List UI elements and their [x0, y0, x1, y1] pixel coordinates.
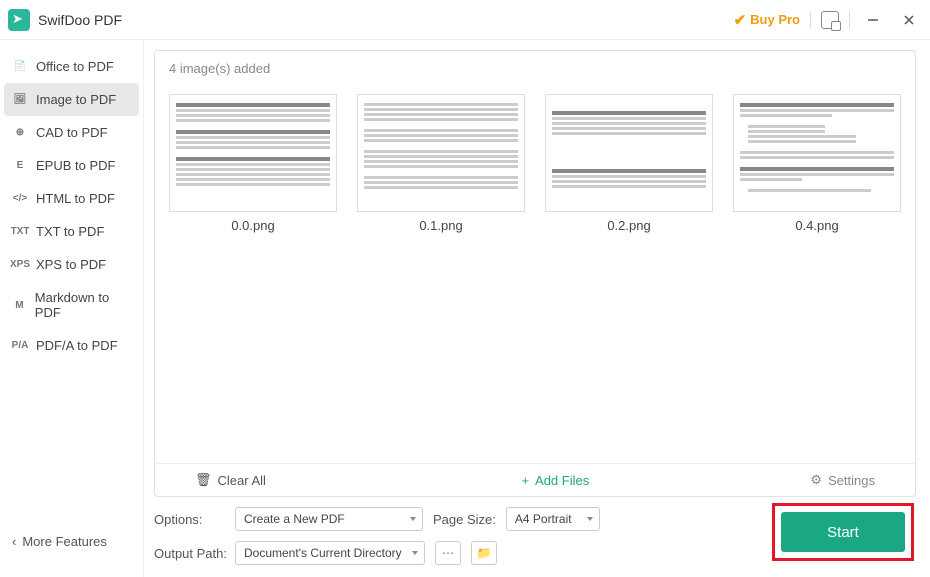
thumb-preview — [733, 94, 901, 212]
buy-pro-label: Buy Pro — [750, 12, 800, 27]
more-options-button[interactable]: ⋯ — [435, 541, 461, 565]
app-title: SwifDoo PDF — [38, 12, 122, 28]
output-path-select[interactable]: Document's Current Directory — [235, 541, 425, 565]
sidebar-item-label: EPUB to PDF — [36, 158, 115, 173]
thumb-filename: 0.1.png — [357, 218, 525, 233]
gear-icon: ⚙ — [810, 472, 822, 488]
sidebar-item-markdown-to-pdf[interactable]: M Markdown to PDF — [4, 281, 139, 329]
xps-icon: XPS — [12, 259, 28, 271]
sidebar-item-epub-to-pdf[interactable]: E EPUB to PDF — [4, 149, 139, 182]
sidebar-item-txt-to-pdf[interactable]: TXT TXT to PDF — [4, 215, 139, 248]
bolt-icon: ✔ — [734, 11, 747, 29]
sidebar-item-label: Office to PDF — [36, 59, 114, 74]
page-size-select[interactable]: A4 Portrait — [506, 507, 600, 531]
start-highlight: Start — [772, 503, 914, 561]
thumb-preview — [545, 94, 713, 212]
cad-icon: ⊕ — [12, 127, 28, 139]
divider — [849, 11, 850, 29]
more-features-button[interactable]: ‹ More Features — [12, 534, 107, 549]
plus-icon: + — [521, 473, 529, 488]
markdown-icon: M — [12, 299, 27, 311]
sidebar-item-pdfa-to-pdf[interactable]: P/A PDF/A to PDF — [4, 329, 139, 362]
start-label: Start — [827, 524, 859, 541]
main-panel: 4 image(s) added 0.0.png 0.1.png — [144, 40, 930, 577]
app-logo-icon — [8, 9, 30, 31]
pdfa-icon: P/A — [12, 340, 28, 352]
sidebar-item-xps-to-pdf[interactable]: XPS XPS to PDF — [4, 248, 139, 281]
thumb-filename: 0.4.png — [733, 218, 901, 233]
sidebar-item-label: CAD to PDF — [36, 125, 108, 140]
close-button[interactable] — [896, 7, 922, 33]
drop-area: 4 image(s) added 0.0.png 0.1.png — [154, 50, 916, 497]
page-size-value: A4 Portrait — [515, 512, 572, 526]
settings-button[interactable]: ⚙ Settings — [810, 472, 875, 488]
close-icon — [903, 14, 915, 26]
buy-pro-button[interactable]: ✔ Buy Pro — [734, 11, 800, 29]
page-size-label: Page Size: — [433, 512, 496, 527]
sidebar: 📄 Office to PDF 🖼 Image to PDF ⊕ CAD to PDF… — [0, 40, 144, 577]
drop-footer: 🗑 Clear All + Add Files ⚙ Settings — [155, 463, 915, 496]
minimize-icon — [867, 14, 879, 26]
sidebar-item-label: PDF/A to PDF — [36, 338, 118, 353]
thumbnail-row: 0.0.png 0.1.png 0.2.png — [155, 86, 915, 241]
options-label: Options: — [154, 512, 227, 527]
chevron-left-icon: ‹ — [12, 534, 16, 549]
options-value: Create a New PDF — [244, 512, 345, 526]
thumb-item[interactable]: 0.2.png — [545, 94, 713, 233]
thumb-preview — [357, 94, 525, 212]
clear-all-label: Clear All — [218, 473, 266, 488]
image-icon: 🖼 — [12, 94, 28, 106]
thumb-filename: 0.2.png — [545, 218, 713, 233]
settings-label: Settings — [828, 473, 875, 488]
sidebar-item-office-to-pdf[interactable]: 📄 Office to PDF — [4, 50, 139, 83]
divider — [810, 11, 811, 29]
drop-header: 4 image(s) added — [155, 51, 915, 86]
thumb-item[interactable]: 0.0.png — [169, 94, 337, 233]
output-path-value: Document's Current Directory — [244, 546, 402, 560]
sidebar-item-label: TXT to PDF — [36, 224, 104, 239]
epub-icon: E — [12, 160, 28, 172]
sidebar-item-html-to-pdf[interactable]: </> HTML to PDF — [4, 182, 139, 215]
sidebar-item-image-to-pdf[interactable]: 🖼 Image to PDF — [4, 83, 139, 116]
add-files-label: Add Files — [535, 473, 589, 488]
thumb-preview — [169, 94, 337, 212]
minimize-button[interactable] — [860, 7, 886, 33]
titlebar: SwifDoo PDF ✔ Buy Pro — [0, 0, 930, 40]
sidebar-item-label: HTML to PDF — [36, 191, 115, 206]
start-button[interactable]: Start — [781, 512, 905, 552]
sidebar-item-label: XPS to PDF — [36, 257, 106, 272]
clear-all-button[interactable]: 🗑 Clear All — [195, 472, 266, 488]
add-files-button[interactable]: + Add Files — [521, 473, 589, 488]
folder-icon: 📁 — [477, 546, 492, 560]
trash-icon: 🗑 — [195, 472, 212, 488]
external-window-icon[interactable] — [821, 11, 839, 29]
dots-icon: ⋯ — [442, 546, 454, 560]
txt-icon: TXT — [12, 226, 28, 238]
thumb-item[interactable]: 0.4.png — [733, 94, 901, 233]
html-icon: </> — [12, 193, 28, 205]
browse-folder-button[interactable]: 📁 — [471, 541, 497, 565]
sidebar-item-cad-to-pdf[interactable]: ⊕ CAD to PDF — [4, 116, 139, 149]
sidebar-item-label: Image to PDF — [36, 92, 116, 107]
sidebar-item-label: Markdown to PDF — [35, 290, 131, 320]
options-select[interactable]: Create a New PDF — [235, 507, 423, 531]
office-icon: 📄 — [12, 61, 28, 73]
thumb-filename: 0.0.png — [169, 218, 337, 233]
thumb-item[interactable]: 0.1.png — [357, 94, 525, 233]
output-path-label: Output Path: — [154, 546, 227, 561]
more-features-label: More Features — [22, 534, 107, 549]
